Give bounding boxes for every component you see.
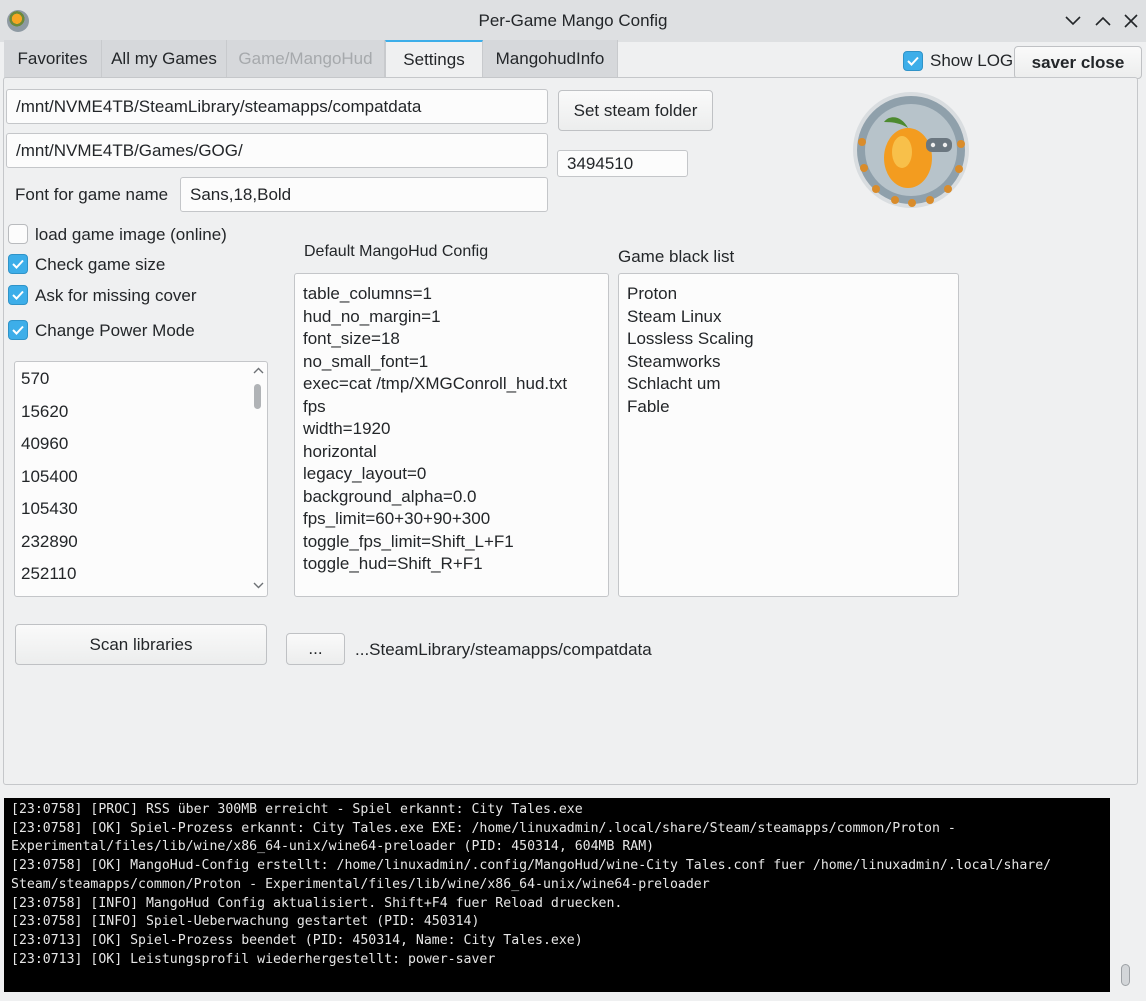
- list-item[interactable]: 232890: [15, 526, 267, 559]
- title-bar[interactable]: Per-Game Mango Config: [0, 0, 1146, 42]
- scan-libraries-button[interactable]: Scan libraries: [15, 624, 267, 665]
- game-id-list[interactable]: 570 15620 40960 105400 105430 232890 252…: [14, 361, 268, 597]
- tab-game-mangohud[interactable]: Game/MangoHud: [227, 40, 385, 78]
- load-game-image-checkbox[interactable]: [8, 224, 28, 244]
- library-path-label: ...SteamLibrary/steamapps/compatdata: [355, 640, 652, 659]
- list-item[interactable]: 252110: [15, 558, 267, 591]
- scrollbar-handle[interactable]: [254, 384, 261, 409]
- log-line: [23:0758] [INFO] MangoHud Config aktuali…: [11, 895, 623, 911]
- chevron-up-icon: [253, 367, 264, 374]
- show-log-checkbox[interactable]: [903, 51, 923, 71]
- list-item[interactable]: 570: [15, 363, 267, 396]
- saver-close-button[interactable]: saver close: [1014, 46, 1142, 79]
- log-console[interactable]: [23:0758] [PROC] RSS über 300MB erreicht…: [4, 798, 1110, 992]
- blacklist-item: Lossless Scaling: [627, 329, 754, 348]
- default-config-label: Default MangoHud Config: [304, 243, 489, 260]
- log-line: Experimental/files/lib/wine/x86_64-unix/…: [11, 839, 655, 855]
- config-line: toggle_hud=Shift_R+F1: [303, 554, 483, 573]
- config-line: table_columns=1: [303, 284, 433, 303]
- config-line: legacy_layout=0: [303, 464, 427, 483]
- config-line: exec=cat /tmp/XMGConroll_hud.txt: [303, 374, 568, 393]
- config-line: font_size=18: [303, 329, 400, 348]
- check-game-size-label[interactable]: Check game size: [35, 255, 165, 275]
- ask-missing-cover-label[interactable]: Ask for missing cover: [35, 286, 197, 306]
- log-line: [23:0758] [OK] Spiel-Prozess erkannt: Ci…: [11, 820, 956, 836]
- steam-path-field[interactable]: /mnt/NVME4TB/SteamLibrary/steamapps/comp…: [6, 89, 548, 124]
- window-title: Per-Game Mango Config: [478, 11, 668, 30]
- font-field[interactable]: Sans,18,Bold: [180, 177, 548, 212]
- chevron-down-icon: [253, 582, 264, 589]
- font-label: Font for game name: [15, 185, 169, 204]
- app-window: Per-Game Mango Config Favorites All my G…: [0, 0, 1146, 1001]
- log-line: [23:0758] [OK] MangoHud-Config erstellt:…: [11, 858, 1052, 874]
- maximize-button[interactable]: [1090, 8, 1116, 34]
- load-game-image-label[interactable]: load game image (online): [35, 225, 227, 245]
- change-power-mode-checkbox[interactable]: [8, 320, 28, 340]
- config-line: width=1920: [303, 419, 391, 438]
- chevron-down-icon: [1065, 16, 1081, 26]
- gog-path-field[interactable]: /mnt/NVME4TB/Games/GOG/: [6, 133, 548, 168]
- blacklist-item: Steamworks: [627, 351, 721, 371]
- tab-all-my-games[interactable]: All my Games: [102, 40, 227, 78]
- game-id-field[interactable]: 3494510: [557, 150, 688, 177]
- list-item[interactable]: 40960: [15, 428, 267, 461]
- config-line: fps_limit=60+30+90+300: [303, 509, 491, 528]
- tab-mangohudinfo[interactable]: MangohudInfo: [483, 40, 618, 78]
- blacklist-item: Steam Linux: [627, 306, 722, 326]
- default-config-editor[interactable]: table_columns=1 hud_no_margin=1 font_siz…: [294, 273, 609, 597]
- checkmark-icon: [12, 290, 24, 300]
- config-line: toggle_fps_limit=Shift_L+F1: [303, 531, 514, 551]
- config-line: hud_no_margin=1: [303, 306, 441, 326]
- close-window-button[interactable]: [1118, 8, 1144, 34]
- close-icon: [1124, 14, 1138, 28]
- checkmark-icon: [12, 325, 24, 335]
- blacklist-item: Proton: [627, 284, 678, 303]
- app-logo: [850, 92, 972, 210]
- check-game-size-checkbox[interactable]: [8, 254, 28, 274]
- scrollbar-handle[interactable]: [1121, 964, 1130, 986]
- ask-missing-cover-checkbox[interactable]: [8, 285, 28, 305]
- log-line: Steam/steamapps/common/Proton - Experime…: [11, 876, 710, 892]
- log-line: [23:0758] [PROC] RSS über 300MB erreicht…: [11, 802, 583, 817]
- log-scrollbar[interactable]: [1114, 798, 1140, 992]
- config-line: fps: [303, 396, 326, 416]
- log-line: [23:0713] [OK] Spiel-Prozess beendet (PI…: [11, 932, 583, 948]
- checkmark-icon: [12, 259, 24, 269]
- list-item[interactable]: 15620: [15, 396, 267, 429]
- list-item[interactable]: 105400: [15, 461, 267, 494]
- blacklist-label: Game black list: [618, 247, 735, 266]
- blacklist-editor[interactable]: Proton Steam Linux Lossless Scaling Stea…: [618, 273, 959, 597]
- show-log-label[interactable]: Show LOG: [930, 51, 1013, 71]
- list-item[interactable]: 105430: [15, 493, 267, 526]
- chevron-up-icon: [1095, 16, 1111, 26]
- tab-favorites[interactable]: Favorites: [4, 40, 102, 78]
- blacklist-item: Schlacht um: [627, 374, 721, 393]
- set-steam-folder-button[interactable]: Set steam folder: [558, 90, 713, 131]
- list-scrollbar[interactable]: [249, 362, 267, 596]
- tab-settings[interactable]: Settings: [385, 40, 483, 78]
- checkmark-icon: [907, 56, 919, 66]
- log-line: [23:0713] [OK] Leistungsprofil wiederher…: [11, 951, 496, 967]
- blacklist-item: Fable: [627, 396, 670, 416]
- config-line: background_alpha=0.0: [303, 486, 477, 506]
- change-power-mode-label[interactable]: Change Power Mode: [35, 321, 195, 341]
- minimize-button[interactable]: [1060, 8, 1086, 34]
- log-line: [23:0758] [INFO] Spiel-Ueberwachung gest…: [11, 914, 480, 930]
- config-line: horizontal: [303, 441, 377, 461]
- browse-library-button[interactable]: ...: [286, 633, 345, 665]
- config-line: no_small_font=1: [303, 351, 429, 371]
